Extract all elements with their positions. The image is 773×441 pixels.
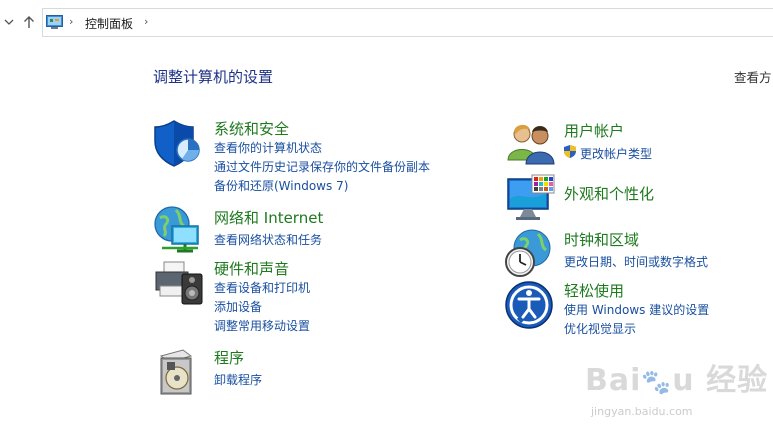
link-view-network-status[interactable]: 查看网络状态和任务 <box>214 231 322 248</box>
baidu-watermark: Bai🐾u 经验 jingyan.baidu.com <box>585 355 767 435</box>
control-panel-icon <box>46 15 63 29</box>
chevron-down-icon[interactable] <box>2 14 16 30</box>
category-ease-of-access[interactable]: 轻松使用 <box>564 280 624 301</box>
category-user-accounts[interactable]: 用户帐户 <box>564 120 624 141</box>
link-view-computer-status[interactable]: 查看你的计算机状态 <box>214 139 322 156</box>
link-uninstall-program[interactable]: 卸载程序 <box>214 371 262 388</box>
printer-icon[interactable] <box>152 256 204 308</box>
arrow-up-icon[interactable] <box>22 14 36 30</box>
link-optimize-visual-display[interactable]: 优化视觉显示 <box>564 320 636 337</box>
link-change-date-time-format[interactable]: 更改日期、时间或数字格式 <box>564 253 708 270</box>
breadcrumb-separator-icon[interactable]: › <box>69 15 73 28</box>
category-hardware-sound[interactable]: 硬件和声音 <box>214 258 289 279</box>
programs-icon[interactable] <box>155 346 207 398</box>
shield-icon[interactable] <box>152 117 204 169</box>
address-field[interactable]: › 控制面板 › <box>42 8 773 37</box>
users-icon[interactable] <box>506 118 558 170</box>
link-file-history-backup[interactable]: 通过文件历史记录保存你的文件备份副本 <box>214 158 430 175</box>
category-programs[interactable]: 程序 <box>214 347 244 368</box>
address-bar: › 控制面板 › <box>0 0 773 44</box>
watermark-url: jingyan.baidu.com <box>591 405 693 418</box>
category-network-internet[interactable]: 网络和 Internet <box>214 207 323 228</box>
link-add-device[interactable]: 添加设备 <box>214 298 262 315</box>
link-mobility-settings[interactable]: 调整常用移动设置 <box>214 317 310 334</box>
breadcrumb-control-panel[interactable]: 控制面板 <box>85 15 133 32</box>
network-globe-icon[interactable] <box>152 204 204 256</box>
view-by-label: 查看方 <box>734 70 772 85</box>
link-change-account-type[interactable]: 更改帐户类型 <box>580 145 652 162</box>
page-title: 调整计算机的设置 <box>153 68 274 86</box>
category-appearance-personalization[interactable]: 外观和个性化 <box>564 183 654 204</box>
category-clock-region[interactable]: 时钟和区域 <box>564 229 639 250</box>
baidu-jingyan-logo: Bai🐾u 经验 <box>585 363 769 398</box>
link-devices-printers[interactable]: 查看设备和打印机 <box>214 279 310 296</box>
category-system-security[interactable]: 系统和安全 <box>214 118 289 139</box>
uac-shield-icon <box>564 145 576 158</box>
breadcrumb-separator-icon[interactable]: › <box>144 15 148 28</box>
ease-of-access-icon[interactable] <box>505 281 557 333</box>
link-recommended-settings[interactable]: 使用 Windows 建议的设置 <box>564 301 709 318</box>
monitor-palette-icon[interactable] <box>506 173 558 225</box>
link-backup-restore[interactable]: 备份和还原(Windows 7) <box>214 177 348 194</box>
clock-globe-icon[interactable] <box>504 228 556 280</box>
